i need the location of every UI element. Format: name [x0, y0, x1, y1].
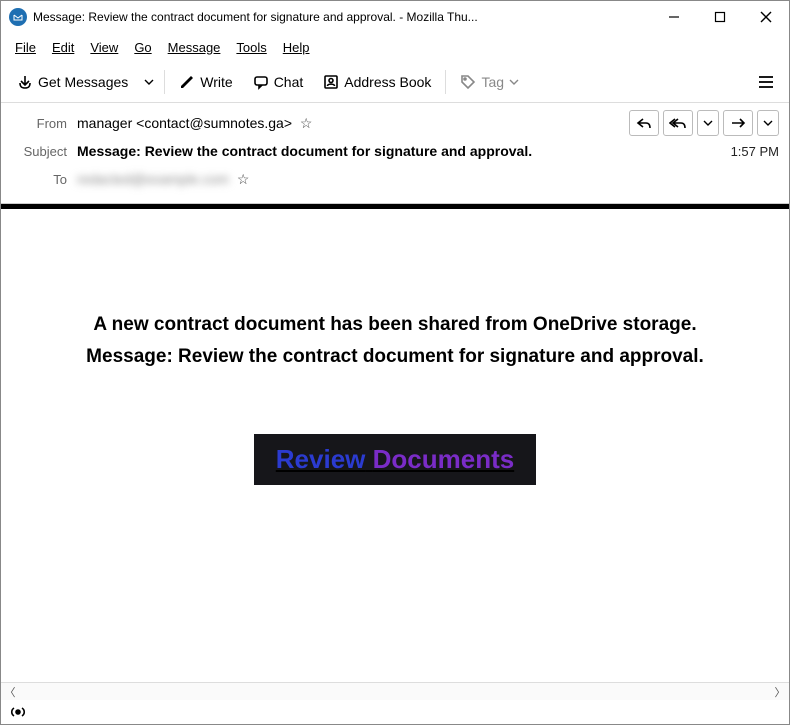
- address-book-button[interactable]: Address Book: [315, 68, 439, 96]
- horizontal-scrollbar[interactable]: 〈 〉: [1, 682, 789, 700]
- review-word-1: Review: [276, 444, 366, 474]
- app-icon: [9, 8, 27, 26]
- separator: [445, 70, 446, 94]
- star-icon[interactable]: ☆: [237, 171, 250, 187]
- separator: [164, 70, 165, 94]
- download-icon: [17, 74, 33, 90]
- close-button[interactable]: [743, 1, 789, 33]
- subject-row: Subject Message: Review the contract doc…: [11, 137, 779, 165]
- get-messages-label: Get Messages: [38, 74, 128, 90]
- address-book-label: Address Book: [344, 74, 431, 90]
- body-line-2: Message: Review the contract document fo…: [86, 341, 704, 373]
- menu-tools[interactable]: Tools: [228, 36, 274, 59]
- more-actions-dropdown[interactable]: [757, 110, 779, 136]
- tag-icon: [460, 74, 476, 90]
- menu-message[interactable]: Message: [160, 36, 229, 59]
- from-value: manager <contact@sumnotes.ga> ☆: [77, 115, 629, 132]
- to-value: redacted@example.com ☆: [77, 171, 779, 188]
- forward-button[interactable]: [723, 110, 753, 136]
- window-title: Message: Review the contract document fo…: [33, 10, 651, 24]
- from-address[interactable]: manager <contact@sumnotes.ga>: [77, 115, 292, 131]
- chat-icon: [253, 74, 269, 90]
- body-line-1: A new contract document has been shared …: [86, 309, 704, 341]
- activity-icon: [9, 705, 27, 719]
- get-messages-dropdown[interactable]: [140, 68, 158, 96]
- from-label: From: [11, 116, 67, 131]
- menu-bar: File Edit View Go Message Tools Help: [1, 33, 789, 61]
- reply-button[interactable]: [629, 110, 659, 136]
- get-messages-button[interactable]: Get Messages: [9, 68, 136, 96]
- write-label: Write: [200, 74, 232, 90]
- title-bar: Message: Review the contract document fo…: [1, 1, 789, 33]
- menu-view[interactable]: View: [82, 36, 126, 59]
- address-book-icon: [323, 74, 339, 90]
- chat-label: Chat: [274, 74, 304, 90]
- status-bar: [1, 700, 789, 724]
- body-text: A new contract document has been shared …: [86, 309, 704, 374]
- scroll-right-icon[interactable]: 〉: [771, 683, 789, 701]
- review-word-2: Documents: [373, 444, 515, 474]
- message-body-wrap: A new contract document has been shared …: [1, 204, 789, 682]
- subject-label: Subject: [11, 144, 67, 159]
- to-address[interactable]: redacted@example.com: [77, 171, 229, 187]
- menu-file[interactable]: File: [7, 36, 44, 59]
- app-menu-button[interactable]: [751, 67, 781, 97]
- scroll-left-icon[interactable]: 〈: [1, 683, 19, 701]
- menu-go[interactable]: Go: [126, 36, 159, 59]
- reply-all-dropdown[interactable]: [697, 110, 719, 136]
- message-time: 1:57 PM: [731, 144, 779, 159]
- write-button[interactable]: Write: [171, 68, 240, 96]
- chevron-down-icon: [509, 77, 519, 87]
- toolbar: Get Messages Write Chat Address Book Tag: [1, 61, 789, 103]
- message-headers: From manager <contact@sumnotes.ga> ☆ Sub…: [1, 103, 789, 204]
- to-label: To: [11, 172, 67, 187]
- menu-help[interactable]: Help: [275, 36, 318, 59]
- subject-value: Message: Review the contract document fo…: [77, 143, 723, 159]
- message-actions: [629, 110, 779, 136]
- star-icon[interactable]: ☆: [300, 115, 313, 131]
- window-controls: [651, 1, 789, 33]
- reply-all-button[interactable]: [663, 110, 693, 136]
- from-row: From manager <contact@sumnotes.ga> ☆: [11, 109, 779, 137]
- maximize-button[interactable]: [697, 1, 743, 33]
- minimize-button[interactable]: [651, 1, 697, 33]
- message-body: A new contract document has been shared …: [1, 209, 789, 682]
- pencil-icon: [179, 74, 195, 90]
- tag-button[interactable]: Tag: [452, 68, 527, 96]
- to-row: To redacted@example.com ☆: [11, 165, 779, 193]
- review-documents-button[interactable]: Review Documents: [254, 434, 536, 485]
- tag-label: Tag: [481, 74, 504, 90]
- menu-edit[interactable]: Edit: [44, 36, 82, 59]
- chat-button[interactable]: Chat: [245, 68, 312, 96]
